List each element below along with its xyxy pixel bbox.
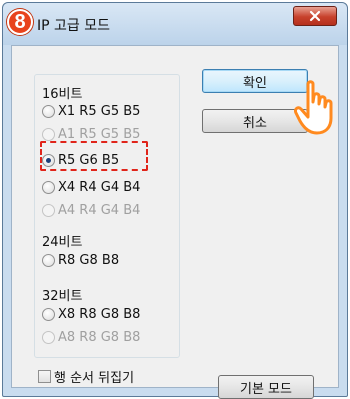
default-mode-button[interactable]: 기본 모드 — [218, 375, 314, 399]
radio-label: R8 G8 B8 — [58, 252, 120, 268]
radio-x1r5g5b5[interactable]: X1 R5 G5 B5 — [42, 102, 140, 120]
radio-label: X8 R8 G8 B8 — [58, 306, 141, 322]
radio-label: A4 R4 G4 B4 — [58, 202, 141, 218]
radio-circle[interactable] — [42, 104, 55, 118]
close-button[interactable] — [293, 6, 337, 26]
radio-r8g8b8[interactable]: R8 G8 B8 — [42, 251, 119, 269]
ok-button[interactable]: 확인 — [202, 69, 308, 93]
cancel-button[interactable]: 취소 — [202, 109, 308, 133]
radio-x8r8g8b8[interactable]: X8 R8 G8 B8 — [42, 305, 140, 323]
reverse-row-order-checkbox[interactable]: 행 순서 뒤집기 — [38, 368, 135, 386]
title-bar: 8 IP 고급 모드 — [3, 3, 347, 45]
step-number-badge: 8 — [7, 9, 33, 35]
group-label-16bit: 16비트 — [42, 87, 83, 102]
hand-pointer-icon — [294, 80, 333, 135]
radio-label: X1 R5 G5 B5 — [58, 103, 141, 119]
radio-label: A8 R8 G8 B8 — [58, 329, 141, 345]
close-icon — [309, 10, 321, 22]
radio-label: X4 R4 G4 B4 — [58, 179, 141, 195]
radio-circle — [42, 127, 55, 141]
radio-a8r8g8b8: A8 R8 G8 B8 — [42, 328, 140, 346]
window-title: IP 고급 모드 — [37, 18, 110, 34]
group-label-24bit: 24비트 — [42, 235, 83, 250]
radio-a4r4g4b4: A4 R4 G4 B4 — [42, 201, 140, 219]
radio-x4r4g4b4[interactable]: X4 R4 G4 B4 — [42, 178, 140, 196]
radio-circle[interactable] — [42, 180, 55, 194]
group-label-32bit: 32비트 — [42, 289, 83, 304]
format-group-box: 16비트 X1 R5 G5 B5 A1 R5 G5 B5 R5 G6 B5 X4… — [34, 74, 180, 358]
radio-circle[interactable] — [42, 253, 55, 267]
radio-label: A1 R5 G5 B5 — [58, 126, 141, 142]
checkbox-label: 행 순서 뒤집기 — [54, 370, 135, 386]
selection-highlight-box — [40, 141, 148, 171]
radio-circle — [42, 330, 55, 344]
radio-circle[interactable] — [42, 307, 55, 321]
checkbox-box[interactable] — [38, 369, 51, 383]
dialog-client-area: 16비트 X1 R5 G5 B5 A1 R5 G5 B5 R5 G6 B5 X4… — [11, 45, 339, 399]
dialog-window: 8 IP 고급 모드 16비트 X1 R5 G5 B5 A1 R5 G5 B5 … — [2, 2, 348, 399]
radio-circle — [42, 203, 55, 217]
